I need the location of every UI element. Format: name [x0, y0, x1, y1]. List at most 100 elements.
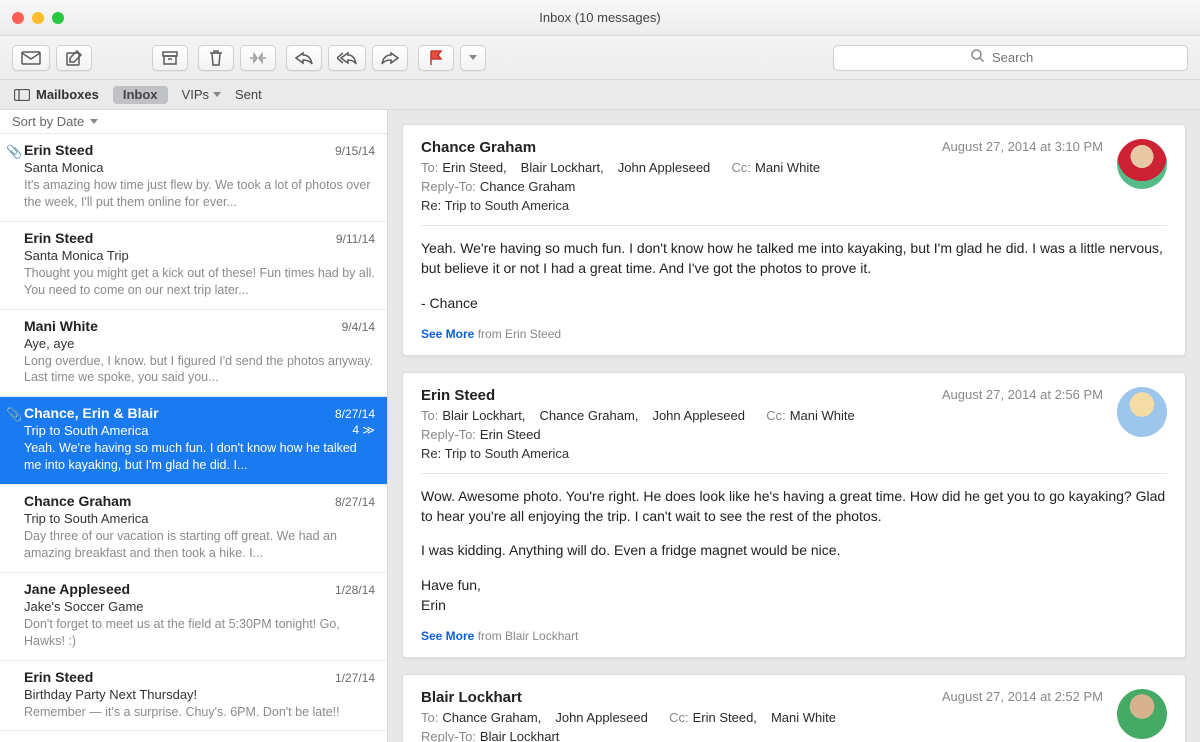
to-recipient[interactable]: John Appleseed [618, 160, 711, 175]
to-label: To: [421, 408, 438, 423]
message-subject: Jake's Soccer Game [24, 599, 375, 614]
search-input[interactable] [990, 49, 1050, 66]
message-preview: Don't forget to meet us at the field at … [24, 616, 375, 650]
message-sender: Chance Graham [24, 493, 131, 509]
message-card: Chance GrahamTo:Erin Steed,Blair Lockhar… [402, 124, 1186, 356]
message-timestamp: August 27, 2014 at 2:52 PM [932, 689, 1103, 742]
flag-menu-button[interactable] [460, 45, 486, 71]
reader-pane[interactable]: Chance Graham To: Erin Steed, Blair Lockhar… [388, 110, 1200, 742]
message-subject: Birthday Party Next Thursday! [24, 687, 375, 702]
chevron-down-icon [213, 92, 221, 97]
divider [421, 473, 1167, 474]
message-date: 9/11/14 [336, 232, 375, 246]
show-mailboxes-button[interactable]: Mailboxes [14, 87, 99, 102]
cc-recipient[interactable]: Erin Steed, [693, 710, 757, 725]
to-recipient[interactable]: John Appleseed [652, 408, 745, 423]
message-date: 9/15/14 [335, 144, 375, 158]
to-recipient[interactable]: Blair Lockhart, [442, 408, 525, 423]
reply-to-value[interactable]: Blair Lockhart [480, 729, 559, 742]
body-paragraph: Wow. Awesome photo. You're right. He doe… [421, 486, 1167, 527]
message-date: 1/28/14 [335, 583, 375, 597]
close-window-button[interactable] [12, 12, 24, 24]
message-sender: Jane Appleseed [24, 581, 130, 597]
from-name[interactable]: Blair Lockhart [421, 689, 932, 706]
attachment-icon: 📎 [6, 407, 22, 423]
cc-label: Cc: [732, 160, 752, 175]
from-name[interactable]: Erin Steed [421, 387, 932, 404]
subject-line: Re: Trip to South America [421, 446, 932, 461]
message-date: 1/27/14 [335, 671, 375, 685]
vips-tab[interactable]: VIPs [182, 87, 221, 102]
message-row[interactable]: 📎Erin Steed9/15/14Santa MonicaIt's amazi… [0, 134, 387, 222]
sort-button[interactable]: Sort by Date [0, 110, 387, 134]
to-recipient[interactable]: Chance Graham, [539, 408, 638, 423]
message-list[interactable]: 📎Erin Steed9/15/14Santa MonicaIt's amazi… [0, 134, 387, 742]
message-row[interactable]: Chance Graham8/27/14Trip to South Americ… [0, 485, 387, 573]
cc-recipient[interactable]: Mani White [755, 160, 820, 175]
get-mail-button[interactable] [12, 45, 50, 71]
reply-all-button[interactable] [328, 45, 366, 71]
archive-button[interactable] [152, 45, 188, 71]
message-body: Wow. Awesome photo. You're right. He doe… [421, 486, 1167, 615]
to-label: To: [421, 710, 438, 725]
reply-to-label: Reply-To: [421, 427, 476, 442]
see-more[interactable]: See More from Blair Lockhart [421, 629, 1167, 643]
compose-button[interactable] [56, 45, 92, 71]
zoom-window-button[interactable] [52, 12, 64, 24]
to-recipient[interactable]: Chance Graham, [442, 710, 541, 725]
message-list-pane: Sort by Date 📎 Erin Steed 9/15/14 Santa Mon… [0, 110, 388, 742]
message-subject: Santa Monica Trip [24, 248, 375, 263]
to-recipient[interactable]: John Appleseed [555, 710, 648, 725]
message-row[interactable]: Jane Appleseed 1/28/14 Jake's Soccer Game D… [0, 573, 387, 661]
thread-count: 4 ≫ [352, 423, 375, 437]
to-recipient[interactable]: Blair Lockhart, [521, 160, 604, 175]
toolbar [0, 36, 1200, 80]
message-preview: Thought you might get a kick out of thes… [24, 265, 375, 299]
cc-recipient[interactable]: Mani White [771, 710, 836, 725]
to-recipient[interactable]: Erin Steed, [442, 160, 506, 175]
window-title: Inbox (10 messages) [539, 10, 660, 25]
junk-button[interactable] [240, 45, 276, 71]
message-date: 8/27/14 [335, 495, 375, 509]
from-name[interactable]: Chance Graham [421, 139, 932, 156]
body-paragraph: I was kidding. Anything will do. Even a … [421, 540, 1167, 560]
minimize-window-button[interactable] [32, 12, 44, 24]
message-row[interactable]: 📎Chance, Erin & Blair 8/27/14 Trip to Sout… [0, 397, 387, 485]
forward-button[interactable] [372, 45, 408, 71]
body-paragraph: Have fun,Erin [421, 575, 1167, 616]
message-row[interactable]: Erin Steed1/27/14Birthday Party Next Thu… [0, 661, 387, 732]
mailboxes-label: Mailboxes [36, 87, 99, 102]
avatar[interactable] [1117, 689, 1167, 739]
inbox-tab[interactable]: Inbox [113, 86, 168, 104]
message-sender: Chance, Erin & Blair [24, 405, 159, 421]
see-more[interactable]: See More from Erin Steed [421, 327, 1167, 341]
sent-tab[interactable]: Sent [235, 87, 262, 102]
delete-button[interactable] [198, 45, 234, 71]
traffic-lights [12, 12, 64, 24]
reply-to-value[interactable]: Erin Steed [480, 427, 541, 442]
avatar[interactable] [1117, 139, 1167, 189]
chevron-down-icon [469, 55, 477, 60]
message-subject: Trip to South America4 ≫ [24, 423, 375, 438]
message-timestamp: August 27, 2014 at 2:56 PM [932, 387, 1103, 461]
body-paragraph: Yeah. We're having so much fun. I don't … [421, 238, 1167, 279]
message-timestamp: August 27, 2014 at 3:10 PM [932, 139, 1103, 213]
reply-to-label: Reply-To: [421, 729, 476, 742]
message-date: 8/27/14 [335, 407, 375, 421]
cc-label: Cc: [766, 408, 786, 423]
message-preview: Long overdue, I know. but I figured I'd … [24, 353, 375, 387]
main-split: Sort by Date 📎 Erin Steed 9/15/14 Santa Mon… [0, 110, 1200, 742]
subject-line: Re: Trip to South America [421, 198, 932, 213]
message-row[interactable]: Mani White9/4/14Aye, ayeLong overdue, I … [0, 310, 387, 398]
reply-to-value[interactable]: Chance Graham [480, 179, 575, 194]
search-field[interactable] [833, 45, 1188, 71]
message-sender: Erin Steed [24, 142, 93, 158]
avatar[interactable] [1117, 387, 1167, 437]
cc-recipient[interactable]: Mani White [790, 408, 855, 423]
flag-button[interactable] [418, 45, 454, 71]
message-row[interactable]: Erin Steed9/11/14Santa Monica TripThough… [0, 222, 387, 310]
reply-button[interactable] [286, 45, 322, 71]
sort-label: Sort by Date [12, 114, 84, 129]
chevron-down-icon [90, 119, 98, 124]
favorites-bar: Mailboxes Inbox VIPs Sent [0, 80, 1200, 110]
